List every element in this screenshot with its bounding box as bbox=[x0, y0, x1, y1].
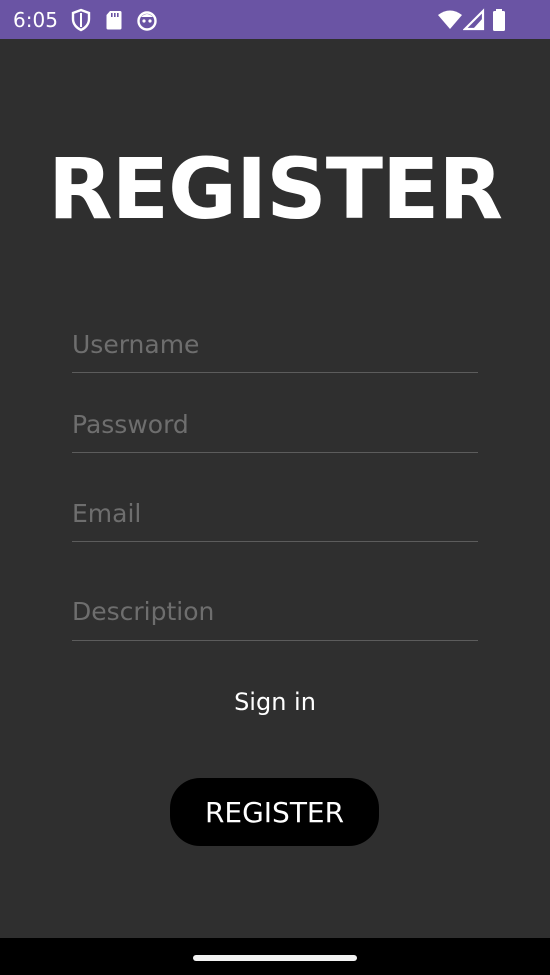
shield-icon bbox=[71, 8, 91, 32]
wifi-icon bbox=[438, 10, 462, 29]
status-time: 6:05 bbox=[13, 8, 58, 32]
signal-icon bbox=[463, 8, 485, 31]
home-handle[interactable] bbox=[193, 955, 357, 961]
username-field[interactable] bbox=[72, 326, 478, 373]
email-field[interactable] bbox=[72, 495, 478, 542]
status-bar: 6:05 bbox=[0, 0, 550, 39]
battery-icon bbox=[493, 9, 505, 31]
face-icon bbox=[137, 11, 157, 31]
sign-in-link[interactable]: Sign in bbox=[0, 688, 550, 716]
register-button[interactable]: REGISTER bbox=[170, 778, 379, 846]
navigation-bar bbox=[0, 938, 550, 975]
page-title: REGISTER bbox=[47, 140, 503, 238]
sd-card-icon bbox=[106, 11, 122, 30]
description-field[interactable] bbox=[72, 593, 478, 641]
register-screen: 6:05 REGISTER Username Email Description… bbox=[0, 0, 550, 975]
password-field[interactable] bbox=[72, 406, 478, 453]
